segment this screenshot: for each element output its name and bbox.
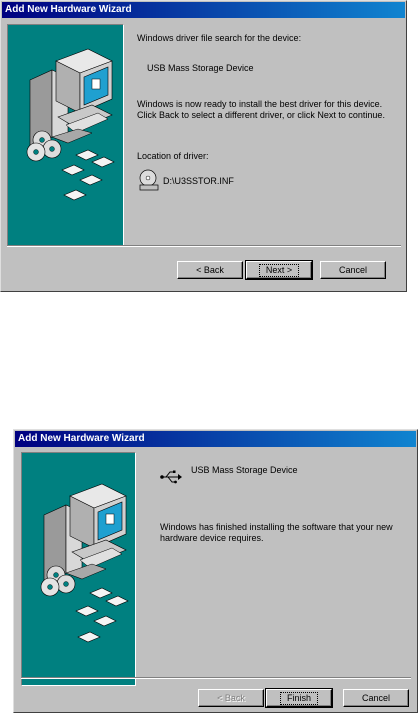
search-label: Windows driver file search for the devic… — [137, 33, 302, 43]
floppy-disk-icon — [75, 587, 129, 643]
floppy-disk-icon — [61, 149, 115, 201]
finish-message: Windows has finished installing the soft… — [160, 522, 393, 543]
cancel-button-2[interactable]: Cancel — [343, 689, 409, 707]
next-button-label: Next > — [258, 264, 300, 277]
cancel-button-label: Cancel — [338, 265, 367, 275]
driver-path: D:\U3SSTOR.INF — [163, 176, 234, 186]
location-label: Location of driver: — [137, 151, 209, 161]
back-button-label: < Back — [196, 265, 224, 275]
ready-message: Windows is now ready to install the best… — [137, 99, 385, 120]
wizard-illustration-panel-2 — [21, 452, 136, 686]
finish-button-label: Finish — [279, 692, 318, 705]
computer-illustration — [40, 483, 129, 643]
usb-icon — [160, 470, 182, 484]
back-button[interactable]: < Back — [177, 261, 243, 279]
wizard-illustration-panel — [7, 24, 124, 246]
wizard-window-2: Add New Hardware Wizard USB Mass Storage… — [13, 429, 418, 713]
finish-button[interactable]: Finish — [265, 688, 333, 708]
separator — [7, 245, 401, 247]
window-1-title: Add New Hardware Wizard — [2, 2, 405, 18]
computer-illustration — [26, 48, 115, 201]
window-2-title: Add New Hardware Wizard — [15, 431, 416, 447]
next-button[interactable]: Next > — [245, 260, 313, 280]
back-button-disabled[interactable]: < Back — [198, 689, 264, 707]
cancel-button-label-2: Cancel — [361, 693, 390, 703]
cancel-button[interactable]: Cancel — [320, 261, 386, 279]
back-button-label-2: < Back — [217, 693, 245, 703]
device-name: USB Mass Storage Device — [147, 63, 254, 73]
separator-2 — [21, 677, 411, 679]
device-name-2: USB Mass Storage Device — [191, 465, 298, 475]
wizard-window-1: Add New Hardware Wizard Windows driver f… — [0, 0, 407, 292]
cd-drive-icon — [139, 169, 159, 191]
